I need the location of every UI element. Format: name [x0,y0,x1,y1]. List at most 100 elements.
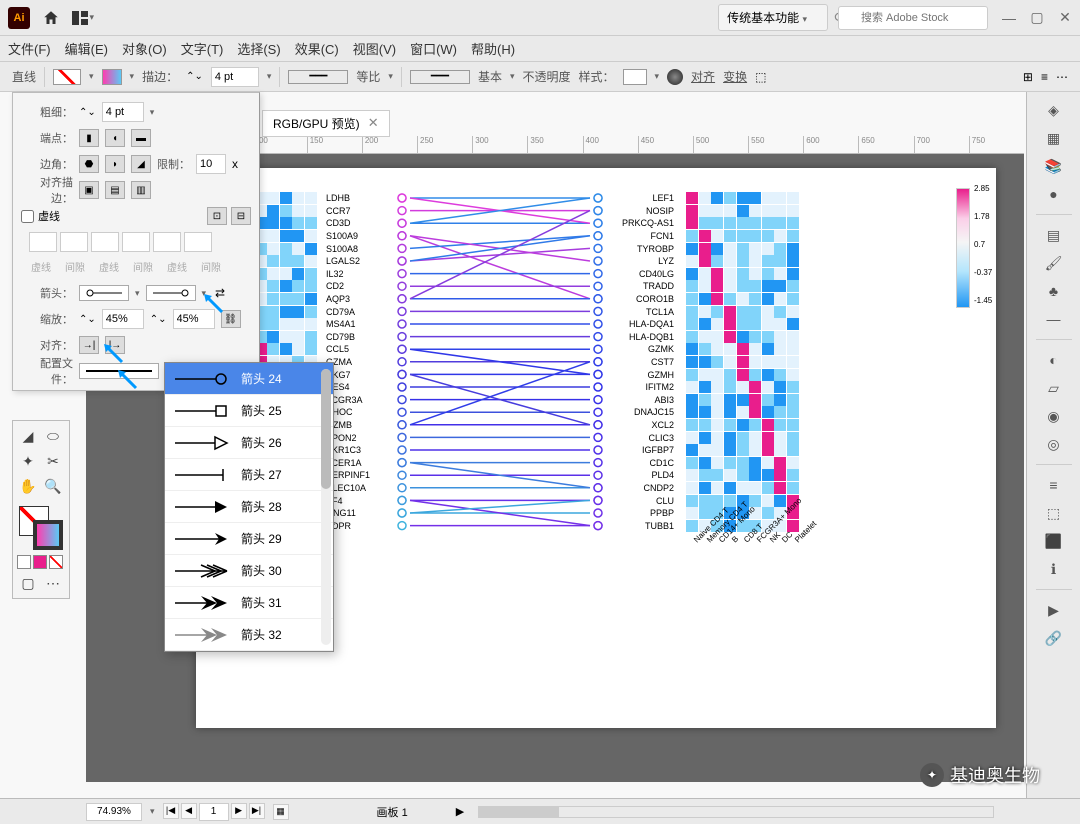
zoom-input[interactable] [86,803,142,821]
close-button[interactable]: ✕ [1058,11,1072,25]
align-center[interactable]: ▣ [79,181,99,199]
menu-对象(O)[interactable]: 对象(O) [122,39,167,58]
maximize-button[interactable]: ▢ [1030,11,1044,25]
fill-stroke-control[interactable] [17,504,65,548]
dash-preserve[interactable]: ⊡ [207,207,227,225]
join-miter[interactable]: ⬣ [79,155,99,173]
layers-icon[interactable]: ◈ [1042,98,1066,122]
shape-label: 直线 [12,68,36,85]
symbols-icon[interactable]: ♣ [1042,279,1066,303]
arrowhead-option[interactable]: 箭头 25 [165,395,333,427]
control-bar: 直线 ▾ ▾ 描边： ⌃⌄▾ ━━━ 等比▾ ━━━ 基本▾ 不透明度 样式： … [0,62,1080,92]
menu-效果(C)[interactable]: 效果(C) [295,39,339,58]
profile-preview[interactable]: ━━━ [288,70,348,84]
isolate-icon[interactable]: ⬚ [755,70,766,84]
arrow-align-end[interactable]: |→ [105,336,125,354]
info-icon[interactable]: ℹ [1042,557,1066,581]
profile-select[interactable] [79,363,159,379]
eyedropper-icon[interactable]: ◢ [17,425,39,447]
weight-input[interactable] [102,102,144,122]
menu-文字(T)[interactable]: 文字(T) [181,39,224,58]
next-artboard[interactable]: ▶ [231,803,247,819]
graphic-styles-icon[interactable]: ◎ [1042,432,1066,456]
fill-swatch[interactable] [53,69,81,85]
join-bevel[interactable]: ◢ [131,155,151,173]
slice-icon[interactable]: ✂ [42,450,64,472]
swap-arrows-icon[interactable]: ⇄ [212,286,228,300]
more-icon[interactable]: ⋯ [1056,70,1068,84]
arrowhead-option[interactable]: 箭头 26 [165,427,333,459]
scale1-input[interactable] [102,309,144,329]
cap-butt[interactable]: ▮ [79,129,99,147]
symbol-icon[interactable]: ✦ [17,450,39,472]
link-scale-icon[interactable]: ⛓ [221,310,241,328]
minimize-button[interactable]: — [1002,11,1016,25]
menu-文件(F)[interactable]: 文件(F) [8,39,51,58]
grid-icon[interactable]: ⊞ [1023,70,1033,84]
color-icon[interactable]: ● [1042,182,1066,206]
artboards-icon[interactable]: ▦ [1042,126,1066,150]
miter-limit-input[interactable] [196,154,226,174]
zoom-icon[interactable]: 🔍 [42,475,64,497]
arrowhead-option[interactable]: 箭头 29 [165,523,333,555]
libraries-icon[interactable]: 📚 [1042,154,1066,178]
brush-preview[interactable]: ━━━ [410,70,470,84]
menu-选择(S)[interactable]: 选择(S) [237,39,280,58]
scale2-input[interactable] [173,309,215,329]
menu-编辑(E)[interactable]: 编辑(E) [65,39,108,58]
arrowhead-dropdown[interactable]: 箭头 24箭头 25箭头 26箭头 27箭头 28箭头 29箭头 30箭头 31… [164,362,334,652]
workspace-dropdown[interactable]: 传统基本功能 ▾ [718,4,828,31]
brushes-icon[interactable]: 🖌 [1042,251,1066,275]
align-inside[interactable]: ▤ [105,181,125,199]
search-input[interactable] [838,6,988,30]
join-round[interactable]: ◗ [105,155,125,173]
stroke-icon[interactable]: — [1042,307,1066,331]
transform-icon[interactable]: ⬛ [1042,529,1066,553]
arrowhead-option[interactable]: 箭头 30 [165,555,333,587]
artboard-nav-icon[interactable]: ▦ [273,804,289,820]
links-icon[interactable]: 🔗 [1042,626,1066,650]
titlebar: Ai ▾ 传统基本功能 ▾ — ▢ ✕ [0,0,1080,36]
blend-icon[interactable]: ⬭ [42,425,64,447]
arrow-align-tip[interactable]: →| [79,336,99,354]
recolor-icon[interactable] [667,69,683,85]
stroke-swatch[interactable] [102,69,122,85]
align-icon[interactable]: ≡ [1041,70,1048,84]
layout-icon[interactable]: ▾ [72,7,94,29]
stroke-weight-input[interactable] [211,67,259,87]
gradient-icon[interactable]: ◐ [1042,348,1066,372]
dash-checkbox[interactable] [21,210,34,223]
menu-窗口(W)[interactable]: 窗口(W) [410,39,457,58]
home-icon[interactable] [40,7,62,29]
arrowhead-option[interactable]: 箭头 28 [165,491,333,523]
arrowhead-option[interactable]: 箭头 32 [165,619,333,651]
arrow-end[interactable] [146,285,196,301]
swatches-icon[interactable]: ▤ [1042,223,1066,247]
arrowhead-option[interactable]: 箭头 24 [165,363,333,395]
artboard-num[interactable] [199,803,229,821]
menu-帮助(H)[interactable]: 帮助(H) [471,39,515,58]
align-outside[interactable]: ▥ [131,181,151,199]
appearance-icon[interactable]: ◉ [1042,404,1066,428]
arrowhead-option[interactable]: 箭头 27 [165,459,333,491]
pathfinder-icon[interactable]: ⬚ [1042,501,1066,525]
right-panel-strip: ◈ ▦ 📚 ● ▤ 🖌 ♣ — ◐ ▱ ◉ ◎ ≡ ⬚ ⬛ ℹ ▶ 🔗 [1026,92,1080,824]
menu-视图(V)[interactable]: 视图(V) [353,39,396,58]
hand-icon[interactable]: ✋ [17,475,39,497]
last-artboard[interactable]: ▶| [249,803,265,819]
stroke-label: 描边： [142,68,178,85]
cap-round[interactable]: ◖ [105,129,125,147]
edit-toolbar-icon[interactable]: ⋯ [42,572,64,594]
document-tab[interactable]: RGB/GPU 预览) ✕ [262,110,390,137]
cap-square[interactable]: ▬ [131,129,151,147]
tab-close-icon[interactable]: ✕ [368,115,379,131]
prev-artboard[interactable]: ◀ [181,803,197,819]
align-icon[interactable]: ≡ [1042,473,1066,497]
screen-mode-icon[interactable]: ▢ [17,572,39,594]
arrowhead-option[interactable]: 箭头 31 [165,587,333,619]
transparency-icon[interactable]: ▱ [1042,376,1066,400]
arrow-start[interactable] [79,285,129,301]
first-artboard[interactable]: |◀ [163,803,179,819]
dash-align[interactable]: ⊟ [231,207,251,225]
actions-icon[interactable]: ▶ [1042,598,1066,622]
